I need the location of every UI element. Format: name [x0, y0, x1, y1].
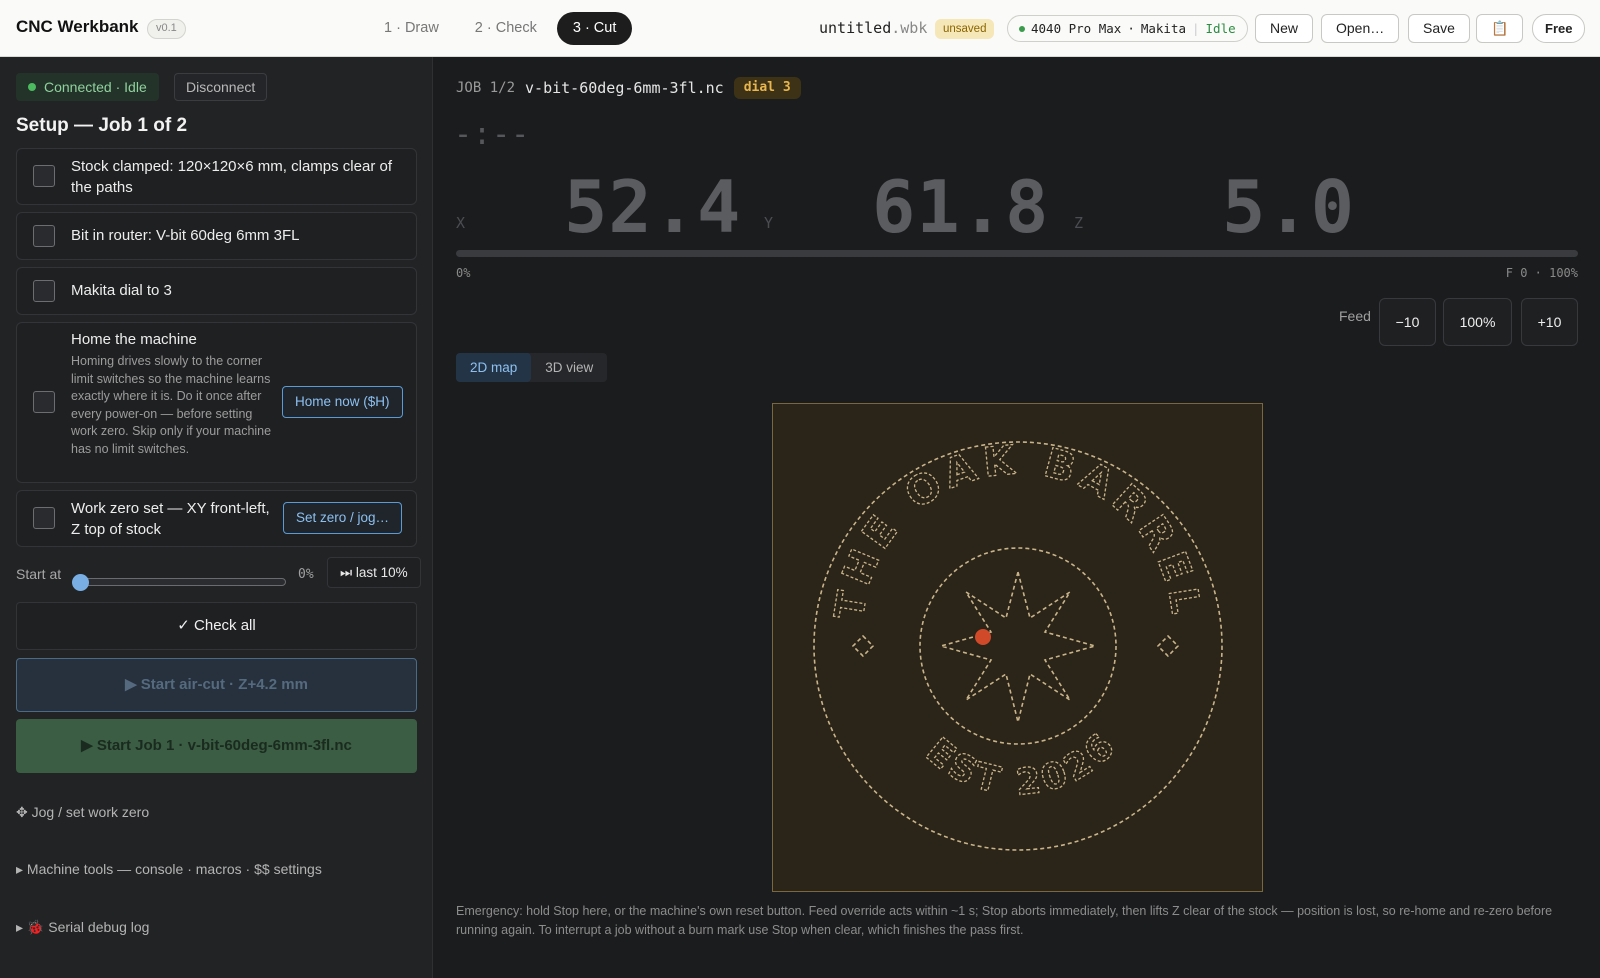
workflow-steps: 1 · Draw 2 · Check 3 · Cut — [368, 12, 633, 45]
star-path — [938, 568, 1098, 723]
jog-section-toggle[interactable]: ✥ Jog / set work zero — [16, 804, 149, 821]
check-all-button[interactable]: ✓ Check all — [16, 602, 417, 650]
diamond-right-path — [1156, 634, 1180, 658]
disconnect-button[interactable]: Disconnect — [174, 73, 268, 101]
cut-panel: JOB 1/2 v-bit-60deg-6mm-3fl.nc dial 3 -:… — [434, 57, 1600, 978]
file-extension: .wbk — [891, 19, 928, 37]
tab-3d-view[interactable]: 3D view — [531, 353, 607, 382]
checkbox[interactable] — [33, 391, 55, 413]
top-bar: CNC Werkbank v0.1 1 · Draw 2 · Check 3 ·… — [0, 0, 1600, 57]
checklist-label: Work zero set — XY front-left, Z top of … — [71, 500, 270, 538]
job-header: JOB 1/2 v-bit-60deg-6mm-3fl.nc dial 3 — [456, 77, 801, 99]
job-file-name: v-bit-60deg-6mm-3fl.nc — [525, 79, 724, 97]
status-dot-icon — [1019, 25, 1025, 32]
job-number: JOB 1/2 — [456, 80, 516, 96]
checklist-item-stock: Stock clamped: 120×120×6 mm, clamps clea… — [16, 148, 417, 205]
start-at-label: Start at — [16, 566, 62, 582]
connected-dot-icon — [28, 83, 36, 91]
connection-status-text: Connected · Idle — [44, 79, 147, 95]
connection-status: Connected · Idle — [16, 73, 159, 101]
last-10-button[interactable]: ⏭ last 10% — [327, 557, 421, 588]
plan-free-button[interactable]: Free — [1532, 14, 1586, 43]
setup-title: Setup — Job 1 of 2 — [16, 115, 188, 136]
checkbox[interactable] — [33, 280, 55, 302]
axis-value-x: 52.4 — [564, 165, 742, 249]
step-draw[interactable]: 1 · Draw — [368, 12, 455, 45]
unsaved-badge: unsaved — [935, 19, 995, 39]
file-name[interactable]: untitled.wbk — [819, 19, 927, 37]
diamond-left-path — [851, 634, 875, 658]
checklist-label: Bit in router: V-bit 60deg 6mm 3FL — [71, 227, 300, 244]
dial-badge: dial 3 — [733, 77, 801, 99]
home-now-button[interactable]: Home now ($H) — [282, 386, 403, 418]
axis-value-y: 61.8 — [872, 165, 1050, 249]
emergency-note: Emergency: hold Stop here, or the machin… — [456, 904, 1553, 937]
checklist-label: Makita dial to 3 — [71, 282, 172, 299]
feed-plus-button[interactable]: +10 — [1521, 298, 1578, 346]
start-at-slider[interactable] — [80, 578, 286, 586]
axis-label-y: Y — [764, 214, 774, 232]
checklist-item-home: Home the machine Homing drives slowly to… — [16, 322, 417, 483]
checklist-label: Stock clamped: 120×120×6 mm, clamps clea… — [71, 158, 392, 196]
axis-label-x: X — [456, 214, 466, 232]
separator-dot: · — [1127, 21, 1135, 36]
tool-position-marker — [975, 629, 991, 645]
progress-percent: 0% — [456, 266, 471, 280]
separator: | — [1192, 21, 1200, 36]
time-remaining: -:-- — [454, 117, 531, 152]
machine-tools-toggle[interactable]: ▸ Machine tools — console · macros · $$ … — [16, 861, 322, 878]
feed-label: Feed — [1339, 308, 1371, 324]
start-at-value: 0% — [298, 567, 314, 582]
inner-ring-path — [919, 547, 1117, 745]
toolpath-svg: THE OAK BARREL EST 2026 — [813, 436, 1223, 851]
map-text-top: THE OAK BARREL — [827, 437, 1209, 622]
slider-thumb[interactable] — [72, 574, 89, 591]
checklist-item-bit: Bit in router: V-bit 60deg 6mm 3FL — [16, 212, 417, 260]
router-name: Makita — [1140, 21, 1186, 36]
set-zero-button[interactable]: Set zero / jog… — [283, 502, 403, 534]
feed-readout: F 0 · 100% — [1505, 266, 1578, 280]
tab-2d-map[interactable]: 2D map — [456, 353, 532, 382]
machine-state: Idle — [1205, 21, 1236, 36]
view-tabs: 2D map 3D view — [456, 353, 608, 382]
job-progress-bar — [456, 250, 1578, 257]
toolpath-map[interactable]: THE OAK BARREL EST 2026 — [772, 403, 1263, 892]
start-job-button[interactable]: ▶ Start Job 1 · v-bit-60deg-6mm-3fl.nc — [16, 719, 417, 773]
setup-panel: Connected · Idle Disconnect Setup — Job … — [0, 57, 433, 978]
checklist-item-work-zero: Work zero set — XY front-left, Z top of … — [16, 490, 417, 547]
serial-debug-toggle[interactable]: ▸ 🐞 Serial debug log — [16, 919, 149, 936]
feed-reset-button[interactable]: 100% — [1443, 298, 1512, 346]
checklist-description: Homing drives slowly to the corner limit… — [71, 354, 272, 456]
machine-name: 4040 Pro Max — [1031, 21, 1122, 36]
app-title: CNC Werkbank — [16, 17, 139, 36]
feed-minus-button[interactable]: −10 — [1379, 298, 1436, 346]
open-button[interactable]: Open… — [1321, 14, 1400, 43]
step-cut[interactable]: 3 · Cut — [556, 12, 633, 45]
version-badge: v0.1 — [147, 19, 186, 39]
checklist-label: Home the machine — [71, 331, 197, 348]
new-button[interactable]: New — [1255, 14, 1314, 43]
axis-value-z: 5.0 — [1222, 165, 1356, 249]
machine-selector[interactable]: 4040 Pro Max · Makita | Idle — [1007, 15, 1248, 42]
checklist-item-dial: Makita dial to 3 — [16, 267, 417, 315]
map-text-bottom: EST 2026 — [918, 724, 1126, 804]
step-check[interactable]: 2 · Check — [459, 12, 553, 45]
checkbox[interactable] — [33, 507, 55, 529]
checkbox[interactable] — [33, 165, 55, 187]
file-name-base: untitled — [819, 19, 892, 37]
checkbox[interactable] — [33, 225, 55, 247]
clipboard-button[interactable]: 📋 — [1476, 14, 1524, 43]
save-button[interactable]: Save — [1408, 14, 1470, 43]
start-air-cut-button[interactable]: ▶ Start air-cut · Z+4.2 mm — [16, 658, 417, 712]
axis-label-z: Z — [1074, 214, 1084, 232]
